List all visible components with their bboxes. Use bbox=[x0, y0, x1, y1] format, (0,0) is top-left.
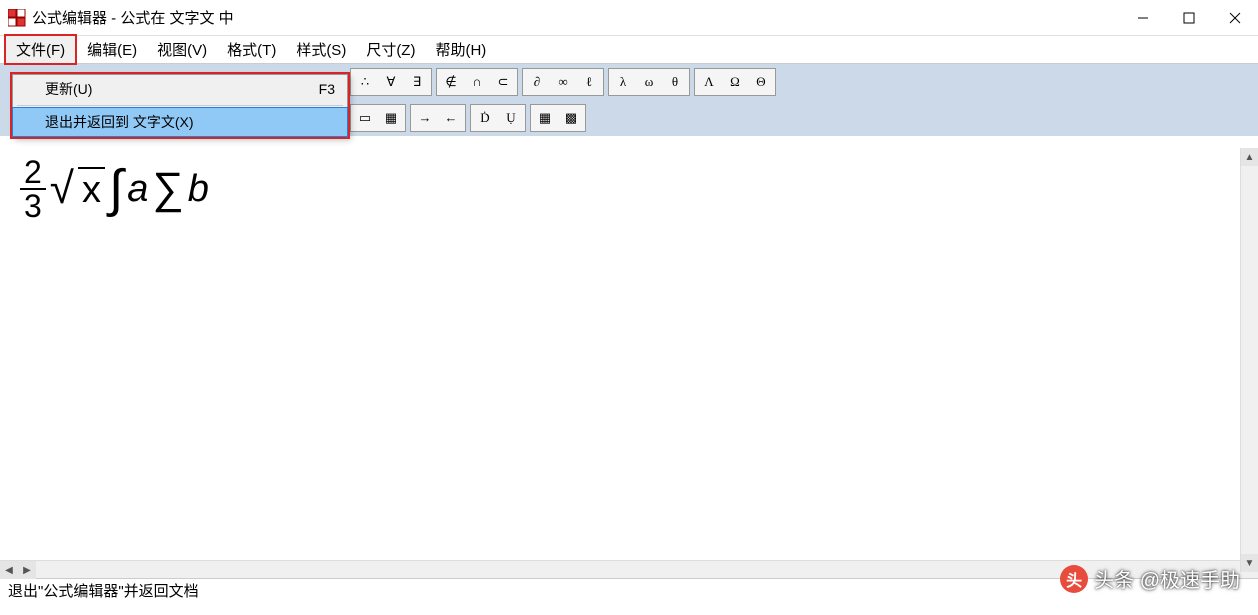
grid-icon[interactable]: ▦ bbox=[381, 108, 401, 128]
therefore-icon[interactable]: ∴ bbox=[355, 72, 375, 92]
menu-file[interactable]: 文件(F) bbox=[4, 34, 77, 65]
partial-icon[interactable]: ∂ bbox=[527, 72, 547, 92]
tool-group-set: ∉ ∩ ⊂ bbox=[436, 68, 518, 96]
app-icon bbox=[8, 9, 26, 27]
watermark: 头 头条 @极速手助 bbox=[1060, 564, 1240, 593]
dropdown-exit-return[interactable]: 退出并返回到 文字文(X) bbox=[13, 108, 347, 136]
fraction-numerator: 2 bbox=[20, 156, 46, 190]
tool-group-matrix: ▦ ▩ bbox=[530, 104, 586, 132]
arrow-left-icon[interactable]: ← bbox=[441, 108, 461, 128]
scroll-down-icon[interactable]: ▼ bbox=[1241, 554, 1258, 572]
menu-view[interactable]: 视图(V) bbox=[147, 36, 217, 63]
menu-format[interactable]: 格式(T) bbox=[217, 36, 286, 63]
Theta-icon[interactable]: Θ bbox=[751, 72, 771, 92]
theta-icon[interactable]: θ bbox=[665, 72, 685, 92]
subset-icon[interactable]: ⊂ bbox=[493, 72, 513, 92]
maximize-button[interactable] bbox=[1166, 0, 1212, 36]
Omega-icon[interactable]: Ω bbox=[725, 72, 745, 92]
dropdown-update-label: 更新(U) bbox=[45, 79, 92, 99]
dropdown-separator bbox=[17, 105, 343, 106]
integral-body: a bbox=[127, 168, 148, 211]
file-dropdown: 更新(U) F3 退出并返回到 文字文(X) bbox=[12, 74, 348, 137]
intersect-icon[interactable]: ∩ bbox=[467, 72, 487, 92]
sum-symbol: ∑ bbox=[152, 164, 183, 214]
infinity-icon[interactable]: ∞ bbox=[553, 72, 573, 92]
title-bar: 公式编辑器 - 公式在 文字文 中 bbox=[0, 0, 1258, 36]
notin-icon[interactable]: ∉ bbox=[441, 72, 461, 92]
dropdown-update[interactable]: 更新(U) F3 bbox=[13, 75, 347, 103]
vertical-scrollbar[interactable]: ▲ ▼ bbox=[1240, 148, 1258, 572]
tool-group-arrows: → ← bbox=[410, 104, 466, 132]
forall-icon[interactable]: ∀ bbox=[381, 72, 401, 92]
underdot-icon[interactable]: Ụ bbox=[501, 108, 521, 128]
close-button[interactable] bbox=[1212, 0, 1258, 36]
tool-group-accents: Ḋ Ụ bbox=[470, 104, 526, 132]
fraction: 2 3 bbox=[20, 156, 46, 222]
tool-group-calc: ∂ ∞ ℓ bbox=[522, 68, 604, 96]
script-l-icon[interactable]: ℓ bbox=[579, 72, 599, 92]
window-controls bbox=[1120, 0, 1258, 36]
Lambda-icon[interactable]: Λ bbox=[699, 72, 719, 92]
dropdown-update-shortcut: F3 bbox=[319, 81, 335, 97]
sum-body: b bbox=[188, 168, 209, 211]
lambda-icon[interactable]: λ bbox=[613, 72, 633, 92]
omega-icon[interactable]: ω bbox=[639, 72, 659, 92]
matrix-large-icon[interactable]: ▩ bbox=[561, 108, 581, 128]
exists-icon[interactable]: ∃ bbox=[407, 72, 427, 92]
formula-canvas[interactable]: 2 3 √x ∫ a ∑ b bbox=[0, 136, 1258, 560]
sqrt-symbol: √ bbox=[50, 164, 74, 214]
tool-group-template1: ▭ ▦ bbox=[350, 104, 406, 132]
menu-style[interactable]: 样式(S) bbox=[286, 36, 356, 63]
minimize-button[interactable] bbox=[1120, 0, 1166, 36]
menu-help[interactable]: 帮助(H) bbox=[425, 36, 496, 63]
scroll-right-icon[interactable]: ▶ bbox=[18, 561, 36, 579]
menu-edit[interactable]: 编辑(E) bbox=[77, 36, 147, 63]
menu-size[interactable]: 尺寸(Z) bbox=[356, 36, 425, 63]
menu-bar: 文件(F) 编辑(E) 视图(V) 格式(T) 样式(S) 尺寸(Z) 帮助(H… bbox=[0, 36, 1258, 64]
scroll-up-icon[interactable]: ▲ bbox=[1241, 148, 1258, 166]
formula-display: 2 3 √x ∫ a ∑ b bbox=[20, 156, 209, 222]
arrow-right-icon[interactable]: → bbox=[415, 108, 435, 128]
window-title: 公式编辑器 - 公式在 文字文 中 bbox=[32, 7, 234, 28]
watermark-badge: 头 bbox=[1060, 565, 1088, 593]
tool-group-greek-upper: Λ Ω Θ bbox=[694, 68, 776, 96]
matrix-small-icon[interactable]: ▦ bbox=[535, 108, 555, 128]
status-text: 退出"公式编辑器"并返回文档 bbox=[8, 580, 199, 601]
sqrt-body: x bbox=[78, 167, 105, 212]
scroll-left-icon[interactable]: ◀ bbox=[0, 561, 18, 579]
fraction-denominator: 3 bbox=[20, 190, 46, 222]
box-icon[interactable]: ▭ bbox=[355, 108, 375, 128]
tool-group-greek-lower: λ ω θ bbox=[608, 68, 690, 96]
dropdown-exit-label: 退出并返回到 文字文(X) bbox=[45, 112, 194, 132]
watermark-text: 头条 @极速手助 bbox=[1094, 564, 1240, 593]
integral-symbol: ∫ bbox=[109, 159, 123, 219]
tool-group-logic: ∴ ∀ ∃ bbox=[350, 68, 432, 96]
overdot-icon[interactable]: Ḋ bbox=[475, 108, 495, 128]
